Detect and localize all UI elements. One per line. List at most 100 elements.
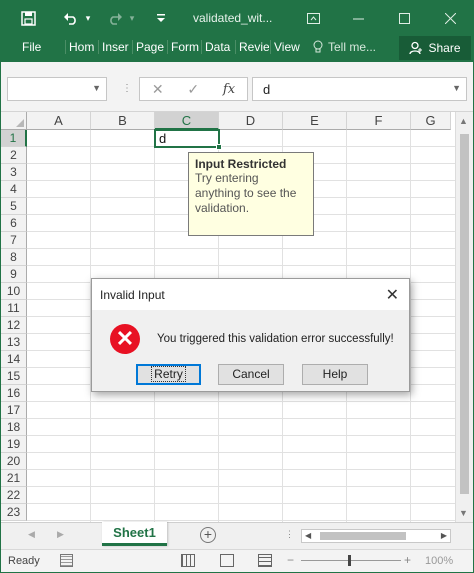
row-header[interactable]: 16 [1,385,27,402]
retry-button[interactable]: Retry [136,364,201,385]
normal-view-icon[interactable] [181,554,195,567]
zoom-slider[interactable] [301,560,401,561]
zoom-out-icon[interactable]: − [287,553,294,567]
tab-insert[interactable]: Inser [98,40,131,54]
share-button[interactable]: Share [399,36,471,60]
add-sheet-icon[interactable]: + [200,527,216,543]
next-sheet-icon[interactable]: ▶ [57,529,64,540]
customize-toolbar-icon[interactable] [151,7,171,29]
row-header[interactable]: 14 [1,351,27,368]
window-title: validated_wit... [193,11,273,25]
cancel-entry-icon[interactable]: ✕ [152,81,164,98]
row-header[interactable]: 6 [1,215,27,232]
row-header[interactable]: 23 [1,504,27,521]
redo-icon [103,7,127,29]
column-header[interactable]: E [283,112,347,130]
row-header[interactable]: 17 [1,402,27,419]
row-header[interactable]: 10 [1,283,27,300]
lightbulb-icon [313,40,323,53]
column-header[interactable]: C [155,112,219,130]
formula-content: d [263,82,271,97]
column-header[interactable]: A [27,112,91,130]
tell-me-box[interactable]: Tell me... [313,40,376,54]
validation-error-dialog: Invalid Input ✕ ✕ You triggered this val… [91,278,410,392]
row-header[interactable]: 12 [1,317,27,334]
row-header[interactable]: 11 [1,300,27,317]
grid-row-line [27,486,455,487]
horizontal-scrollbar[interactable]: ◀ ▶ [301,529,451,543]
cancel-button[interactable]: Cancel [218,364,284,385]
zoom-in-icon[interactable]: + [404,553,411,567]
name-box-dropdown-icon[interactable]: ▼ [92,83,101,93]
minimize-icon[interactable] [345,7,371,29]
row-header[interactable]: 2 [1,147,27,164]
row-header[interactable]: 13 [1,334,27,351]
tab-formulas[interactable]: Form [167,40,200,54]
vertical-scroll-thumb[interactable] [460,134,469,494]
row-header[interactable]: 4 [1,181,27,198]
page-break-view-icon[interactable] [258,554,272,567]
scroll-up-icon[interactable]: ▲ [459,116,468,126]
horizontal-scroll-thumb[interactable] [320,532,406,540]
scroll-right-icon[interactable]: ▶ [441,531,447,540]
row-header[interactable]: 22 [1,487,27,504]
column-header[interactable]: F [347,112,411,130]
vertical-scrollbar[interactable]: ▲ ▼ [455,112,473,522]
prev-sheet-icon[interactable]: ◀ [28,529,35,540]
sheet-tab[interactable]: Sheet1 [102,522,167,546]
grid-row-line [27,520,455,521]
row-header[interactable]: 1 [1,130,27,147]
grid-row-line [27,435,455,436]
row-header[interactable]: 21 [1,470,27,487]
input-message-tooltip: Input Restricted Try entering anything t… [188,152,314,236]
maximize-icon[interactable] [391,7,417,29]
scroll-down-icon[interactable]: ▼ [459,508,468,518]
tab-home[interactable]: Hom [65,40,97,54]
row-header[interactable]: 7 [1,232,27,249]
tab-review[interactable]: Revie [235,40,269,54]
row-header[interactable]: 9 [1,266,27,283]
fill-handle[interactable] [216,144,222,150]
status-ready: Ready [8,555,40,567]
active-cell[interactable]: d [154,129,222,150]
ribbon-display-options-icon[interactable] [300,7,326,29]
page-layout-view-icon[interactable] [220,554,234,567]
help-button[interactable]: Help [302,364,368,385]
row-header[interactable]: 5 [1,198,27,215]
column-header[interactable]: G [411,112,451,130]
tab-file[interactable]: File [22,40,41,54]
name-box[interactable]: ▼ [7,77,107,101]
tab-splitter[interactable]: ⋮ [285,529,294,540]
tab-data[interactable]: Data [201,40,234,54]
dialog-message: You triggered this validation error succ… [157,333,394,345]
row-header[interactable]: 19 [1,436,27,453]
row-header[interactable]: 18 [1,419,27,436]
undo-icon[interactable] [59,7,83,29]
column-header[interactable]: B [91,112,155,130]
insert-function-icon[interactable]: fx [223,82,235,97]
zoom-level[interactable]: 100% [425,555,453,567]
tab-page-layout[interactable]: Page [132,40,166,54]
formula-input[interactable]: d ▼ [252,77,467,101]
scroll-left-icon[interactable]: ◀ [305,531,311,540]
macro-recording-icon[interactable] [60,554,73,567]
row-header[interactable]: 3 [1,164,27,181]
zoom-slider-thumb[interactable] [348,555,351,566]
formula-buttons: ✕ ✓ fx [139,77,248,101]
row-header[interactable]: 15 [1,368,27,385]
undo-dropdown-icon[interactable]: ▾ [83,7,93,29]
confirm-entry-icon[interactable]: ✓ [187,81,199,98]
tab-view[interactable]: View [270,40,304,54]
select-all-corner[interactable] [1,112,27,130]
close-window-icon[interactable] [437,7,463,29]
expand-formula-bar-icon[interactable]: ▼ [452,83,461,93]
row-header[interactable]: 20 [1,453,27,470]
grid-row-line [27,469,455,470]
save-icon[interactable] [15,7,41,29]
column-header[interactable]: D [219,112,283,130]
dialog-close-icon[interactable]: ✕ [386,285,399,305]
formula-bar-splitter[interactable]: ⋮ [122,83,133,94]
row-header[interactable]: 8 [1,249,27,266]
share-label: Share [428,41,461,55]
sheet-tab-bar: ◀ ▶ Sheet1 + ⋮ ◀ ▶ [1,522,473,549]
